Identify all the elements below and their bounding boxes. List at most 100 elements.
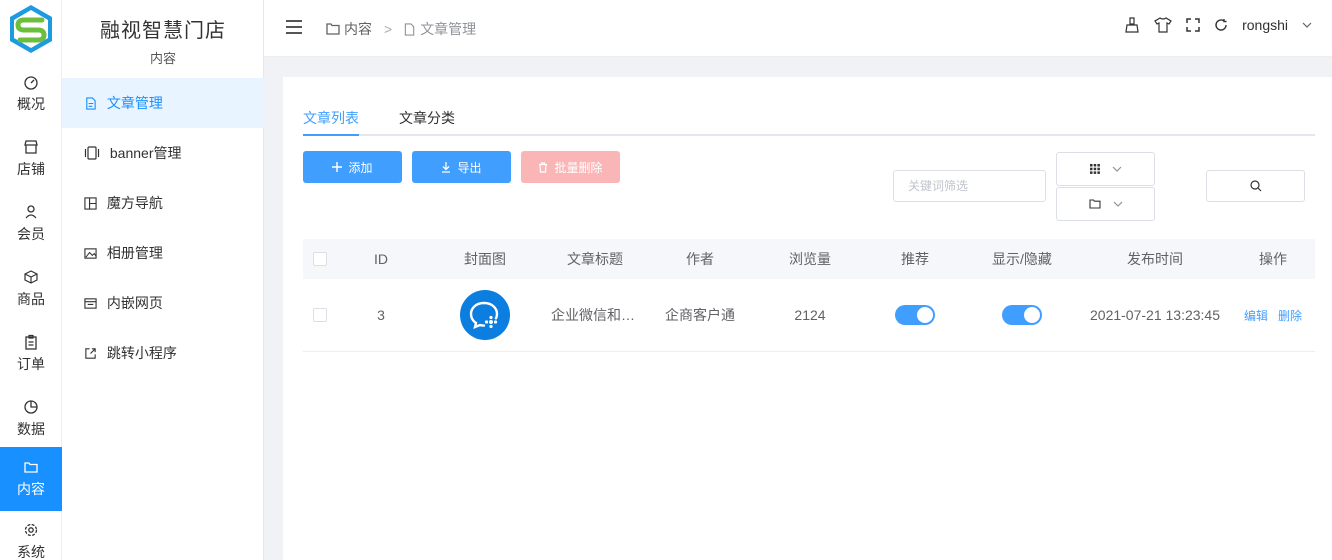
category-select[interactable] [1056, 187, 1155, 221]
table-row: 3 企业微信和企商客户通 企商客户通 2124 2021-07-21 13:23… [303, 279, 1315, 352]
fullscreen-icon[interactable] [1186, 18, 1200, 32]
add-label: 添加 [348, 160, 373, 175]
breadcrumb-current: 文章管理 [420, 21, 477, 37]
select-all-cell [303, 239, 337, 279]
rail-item-system[interactable]: 系统 [0, 512, 62, 560]
dashboard-icon [24, 76, 38, 90]
column-header: 作者 [686, 251, 714, 267]
cell-cover [425, 279, 545, 351]
cell-id: 3 [377, 307, 385, 323]
folder-icon [1088, 199, 1101, 209]
column-header: 推荐 [901, 251, 929, 267]
submenu-item-cube-nav[interactable]: 魔方导航 [62, 178, 264, 228]
edit-link[interactable]: 编辑 [1244, 307, 1268, 324]
tabs: 文章列表 文章分类 [303, 105, 1315, 136]
column-header: 显示/隐藏 [992, 251, 1052, 267]
visibility-switch[interactable] [1002, 305, 1042, 325]
image-icon [84, 248, 97, 259]
rail-label: 商品 [17, 291, 45, 307]
clipboard-icon [25, 334, 37, 350]
tab-active-indicator [303, 134, 359, 136]
sub-sidebar: 融视智慧门店 内容 文章管理 banner管理 魔方导航 相册管理 内嵌网页 跳… [62, 0, 264, 560]
breadcrumb-separator: > [384, 21, 393, 37]
box-icon [24, 270, 38, 284]
rail-item-goods[interactable]: 商品 [0, 259, 62, 323]
cell-author: 企商客户通 [665, 307, 735, 323]
column-header: 操作 [1259, 251, 1287, 267]
keyword-filter-input[interactable]: 关键词筛选 [893, 170, 1046, 202]
search-icon [1249, 180, 1261, 192]
grid-nav-icon [84, 197, 97, 210]
row-select-cell [303, 279, 337, 351]
batch-delete-button[interactable]: 批量删除 [521, 151, 620, 183]
rail-item-member[interactable]: 会员 [0, 194, 62, 258]
submenu-item-webpage[interactable]: 内嵌网页 [62, 278, 264, 328]
rail-item-overview[interactable]: 概况 [0, 64, 62, 128]
column-header: 封面图 [464, 251, 506, 267]
brush-icon[interactable] [1124, 17, 1140, 33]
folder-icon [326, 23, 340, 35]
brand-name: 融视智慧门店 [100, 20, 226, 42]
download-icon [442, 161, 451, 173]
cell-recommend [865, 279, 965, 351]
add-button[interactable]: 添加 [303, 151, 402, 183]
chevron-down-icon [1112, 166, 1121, 172]
delete-link[interactable]: 删除 [1278, 307, 1302, 324]
submenu-label: 相册管理 [106, 245, 163, 261]
rail-label: 店铺 [17, 161, 45, 177]
icon-rail: 概况 店铺 会员 商品 订单 数据 内容 系统 [0, 0, 62, 560]
batch-delete-label: 批量删除 [554, 160, 603, 175]
document-icon [404, 22, 415, 36]
cover-image[interactable] [460, 290, 510, 340]
rail-label: 内容 [17, 481, 45, 497]
breadcrumb-root[interactable]: 内容 [344, 19, 372, 39]
export-button[interactable]: 导出 [412, 151, 511, 183]
submenu-label: 跳转小程序 [106, 345, 177, 361]
chevron-down-icon[interactable] [1302, 22, 1312, 28]
row-checkbox[interactable] [313, 308, 327, 322]
rail-item-orders[interactable]: 订单 [0, 324, 62, 388]
external-link-icon [85, 348, 96, 359]
submenu-label: 文章管理 [106, 95, 163, 111]
rail-item-data[interactable]: 数据 [0, 389, 62, 453]
tshirt-icon[interactable] [1154, 17, 1172, 33]
header-actions: rongshi [1124, 17, 1312, 33]
brand-logo [10, 5, 52, 53]
export-label: 导出 [457, 160, 482, 175]
refresh-icon[interactable] [1214, 18, 1228, 32]
username[interactable]: rongshi [1242, 17, 1288, 33]
submenu-label: 内嵌网页 [106, 295, 163, 311]
cell-title: 企业微信和企商客户通 [545, 279, 645, 351]
rail-item-shop[interactable]: 店铺 [0, 129, 62, 193]
column-header: 发布时间 [1127, 251, 1183, 267]
column-header: 浏览量 [789, 251, 831, 267]
plus-icon [332, 162, 343, 172]
submenu-item-album[interactable]: 相册管理 [62, 228, 264, 278]
webpage-icon [84, 298, 97, 309]
search-button[interactable] [1206, 170, 1305, 202]
banner-icon [84, 146, 100, 160]
rail-item-content[interactable]: 内容 [0, 447, 62, 511]
document-icon [86, 97, 96, 110]
trash-icon [539, 161, 548, 173]
rail-label: 系统 [17, 544, 45, 560]
submenu-item-miniprogram[interactable]: 跳转小程序 [62, 328, 264, 378]
recommend-switch[interactable] [895, 305, 935, 325]
pie-chart-icon [24, 400, 38, 414]
shop-icon [24, 140, 38, 154]
submenu-item-banner[interactable]: banner管理 [62, 128, 264, 178]
rail-label: 概况 [17, 96, 45, 112]
cell-visibility [965, 279, 1079, 351]
tab-article-category[interactable]: 文章分类 [399, 108, 455, 128]
grid-icon [1089, 164, 1100, 174]
breadcrumb: 内容 > 文章管理 [326, 19, 476, 39]
select-all-checkbox[interactable] [313, 252, 327, 266]
article-title: 企业微信和企商客户通 [551, 307, 639, 323]
tab-article-list[interactable]: 文章列表 [303, 108, 359, 128]
view-type-select[interactable] [1056, 152, 1155, 186]
cell-published: 2021-07-21 13:23:45 [1090, 307, 1220, 323]
menu-toggle-icon[interactable] [286, 20, 302, 34]
folder-icon [24, 462, 38, 473]
submenu-item-article[interactable]: 文章管理 [62, 78, 264, 128]
content-card: 文章列表 文章分类 添加 导出 批量删除 关键词筛选 ID 封面图 文章标题 作… [283, 77, 1332, 560]
